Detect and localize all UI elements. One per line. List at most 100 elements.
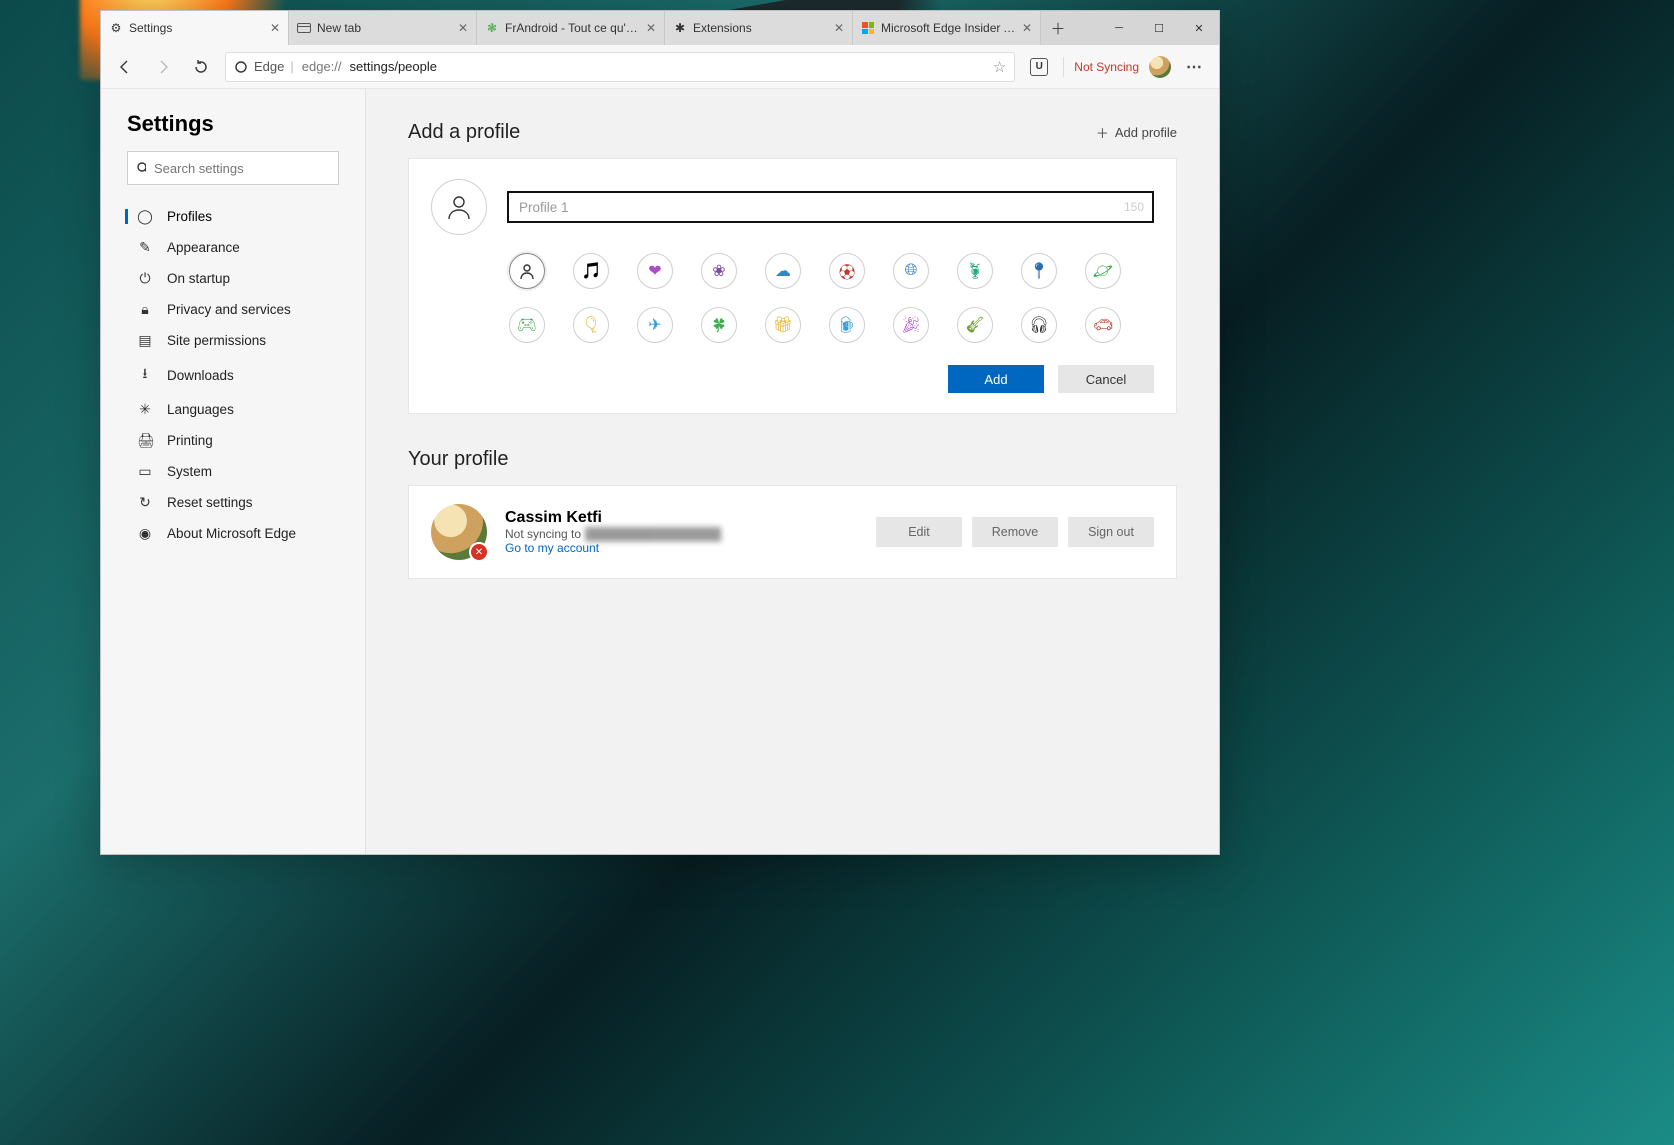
add-button[interactable]: Add: [948, 365, 1044, 393]
tab-label: Extensions: [693, 21, 828, 35]
search-input[interactable]: [154, 161, 330, 176]
close-icon[interactable]: ✕: [458, 21, 468, 35]
avatar-option-flower[interactable]: ❀: [701, 253, 737, 289]
avatar-option-car[interactable]: 🚗︎: [1085, 307, 1121, 343]
language-icon: ✳: [137, 401, 153, 418]
cancel-button[interactable]: Cancel: [1058, 365, 1154, 393]
add-profile-card: 150 🎵︎ ❤︎ ❀ ☁︎ ⚽︎ 🌐︎ 🍹︎ 📍︎ 🪐︎ 🎮︎ 🎈︎: [408, 158, 1177, 414]
avatar-option-headphones[interactable]: 🎧︎: [1021, 307, 1057, 343]
menu-about[interactable]: ◉About Microsoft Edge: [101, 518, 365, 549]
search-settings-box[interactable]: [127, 151, 339, 185]
browser-window: Settings ✕ New tab ✕ ❃ FrAndroid - Tout …: [100, 10, 1220, 855]
menu-appearance[interactable]: ✎Appearance: [101, 232, 365, 263]
maximize-button[interactable]: ☐: [1139, 11, 1179, 45]
tab-settings[interactable]: Settings ✕: [101, 11, 289, 45]
power-icon: ⏻: [137, 270, 153, 287]
profile-avatar-small[interactable]: [1149, 56, 1171, 78]
profile-name: Cassim Ketfi: [505, 509, 858, 527]
avatar-option-guitar[interactable]: 🎸︎: [957, 307, 993, 343]
char-counter: 150: [1124, 200, 1144, 214]
lock-icon: 🔒︎: [137, 301, 153, 318]
settings-title: Settings: [101, 111, 365, 151]
go-to-account-link[interactable]: Go to my account: [505, 541, 858, 555]
main-panel: Add a profile ＋ Add profile 150: [366, 89, 1219, 854]
your-profile-section: Your profile Cassim Ketfi Not syncing to…: [408, 448, 1177, 579]
avatar-option-balloons[interactable]: 🎈︎: [573, 307, 609, 343]
puzzle-icon: ✱: [673, 21, 687, 35]
avatar-option-globe[interactable]: 🌐︎: [893, 253, 929, 289]
menu-printing[interactable]: 🖨︎Printing: [101, 425, 365, 456]
close-icon[interactable]: ✕: [1022, 21, 1032, 35]
menu-site-permissions[interactable]: ▤Site permissions: [101, 325, 365, 356]
avatar-picker-grid: 🎵︎ ❤︎ ❀ ☁︎ ⚽︎ 🌐︎ 🍹︎ 📍︎ 🪐︎ 🎮︎ 🎈︎ ✈︎ 🍀︎ 🎁︎…: [509, 253, 1154, 343]
profile-name-input[interactable]: [507, 191, 1154, 223]
menu-languages[interactable]: ✳Languages: [101, 394, 365, 425]
menu-reset[interactable]: ↻Reset settings: [101, 487, 365, 518]
avatar-option-gamepad[interactable]: 🎮︎: [509, 307, 545, 343]
system-icon: ▭: [137, 463, 153, 480]
back-button[interactable]: [111, 53, 139, 81]
tab-ms-insider[interactable]: Microsoft Edge Insider Addo… ✕: [853, 11, 1041, 45]
refresh-button[interactable]: [187, 53, 215, 81]
search-icon: [136, 161, 146, 175]
avatar-option-confetti[interactable]: 🎉︎: [893, 307, 929, 343]
add-profile-header: Add a profile ＋ Add profile: [408, 121, 1177, 144]
address-bar: Edge | edge://settings/people ☆ U Not Sy…: [101, 45, 1219, 89]
menu-privacy[interactable]: 🔒︎Privacy and services: [101, 294, 365, 325]
menu-startup[interactable]: ⏻On startup: [101, 263, 365, 294]
forward-button[interactable]: [149, 53, 177, 81]
more-menu-button[interactable]: ⋯: [1181, 53, 1209, 81]
separator: [1063, 57, 1064, 77]
paint-icon: ✎: [137, 239, 153, 256]
printer-icon: 🖨︎: [137, 432, 153, 449]
new-tab-button[interactable]: ＋: [1041, 11, 1075, 45]
favorite-icon[interactable]: ☆: [993, 58, 1006, 76]
tab-label: New tab: [317, 21, 452, 35]
plus-icon: ＋: [1096, 123, 1109, 142]
settings-sidebar: Settings ◯Profiles ✎Appearance ⏻On start…: [101, 89, 366, 854]
avatar-option-box[interactable]: 🎁︎: [765, 307, 801, 343]
edit-button[interactable]: Edit: [876, 517, 962, 547]
url-path: settings/people: [350, 59, 437, 74]
close-window-button[interactable]: ✕: [1179, 11, 1219, 45]
tab-label: Settings: [129, 21, 264, 35]
avatar-option-heart[interactable]: ❤︎: [637, 253, 673, 289]
signout-button[interactable]: Sign out: [1068, 517, 1154, 547]
avatar-option-music[interactable]: 🎵︎: [573, 253, 609, 289]
microsoft-icon: [861, 21, 875, 35]
url-box[interactable]: Edge | edge://settings/people ☆: [225, 52, 1015, 82]
close-icon[interactable]: ✕: [270, 21, 280, 35]
avatar-option-planet[interactable]: 🪐︎: [1085, 253, 1121, 289]
avatar-option-cloud[interactable]: ☁︎: [765, 253, 801, 289]
tab-newtab[interactable]: New tab ✕: [289, 11, 477, 45]
engine-label: Edge |: [234, 59, 294, 74]
your-profile-card: Cassim Ketfi Not syncing to ████████████…: [408, 485, 1177, 579]
window-controls: ─ ☐ ✕: [1099, 11, 1219, 45]
avatar-option-person[interactable]: [509, 253, 545, 289]
menu-profiles[interactable]: ◯Profiles: [101, 201, 365, 232]
menu-downloads[interactable]: ⭳Downloads: [101, 356, 365, 394]
menu-system[interactable]: ▭System: [101, 456, 365, 487]
tab-label: FrAndroid - Tout ce qu'il fau…: [505, 21, 640, 35]
tab-frandroid[interactable]: ❃ FrAndroid - Tout ce qu'il fau… ✕: [477, 11, 665, 45]
profile-info: Cassim Ketfi Not syncing to ████████████…: [505, 509, 858, 555]
avatar-option-ball[interactable]: ⚽︎: [829, 253, 865, 289]
profile-actions: Edit Remove Sign out: [876, 517, 1154, 547]
profile-sync-text: Not syncing to ████████████████: [505, 527, 858, 541]
remove-button[interactable]: Remove: [972, 517, 1058, 547]
avatar-option-plane[interactable]: ✈︎: [637, 307, 673, 343]
download-icon: ⭳: [137, 363, 153, 387]
avatar-option-leaf[interactable]: 🍀︎: [701, 307, 737, 343]
close-icon[interactable]: ✕: [834, 21, 844, 35]
sync-status-label[interactable]: Not Syncing: [1074, 60, 1139, 74]
ublock-icon[interactable]: U: [1025, 53, 1053, 81]
add-profile-link[interactable]: ＋ Add profile: [1096, 123, 1177, 142]
close-icon[interactable]: ✕: [646, 21, 656, 35]
avatar-option-drink[interactable]: 🍹︎: [957, 253, 993, 289]
avatar-option-map[interactable]: 📍︎: [1021, 253, 1057, 289]
leaf-icon: ❃: [485, 21, 499, 35]
tab-extensions[interactable]: ✱ Extensions ✕: [665, 11, 853, 45]
minimize-button[interactable]: ─: [1099, 11, 1139, 45]
avatar-option-mug[interactable]: 🍺︎: [829, 307, 865, 343]
permissions-icon: ▤: [137, 332, 153, 349]
